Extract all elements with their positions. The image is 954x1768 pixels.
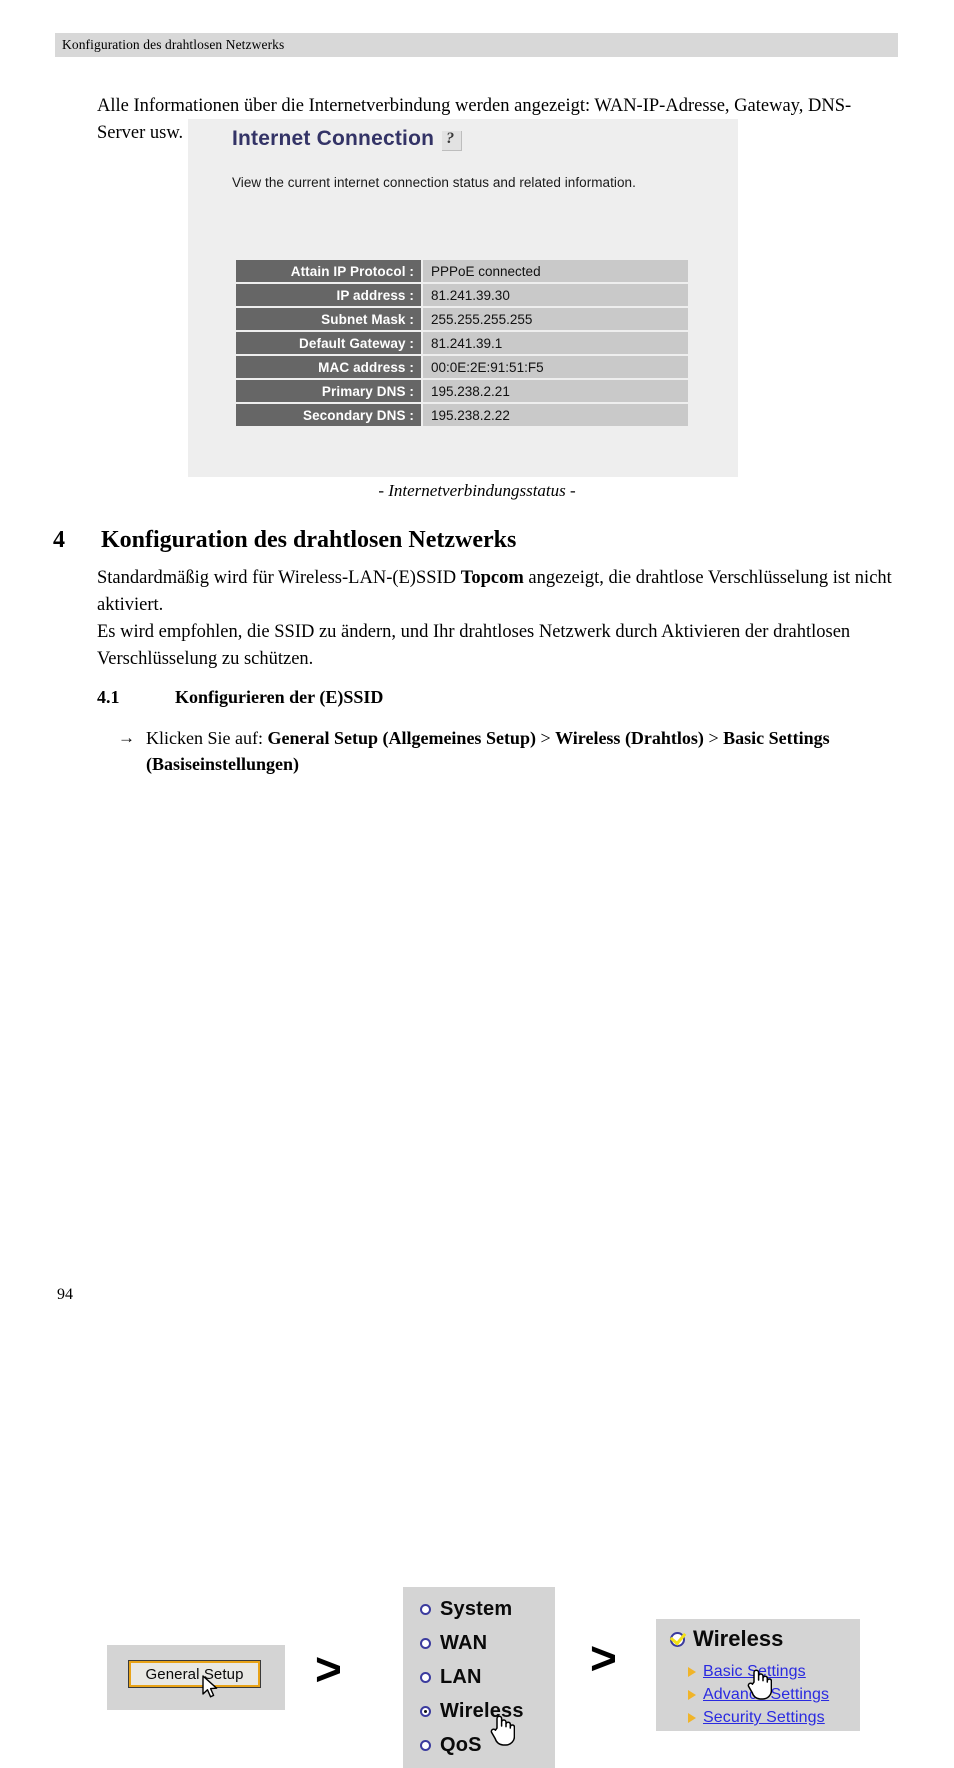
submenu-item-label: Security Settings	[703, 1709, 825, 1726]
menu-item-qos[interactable]: QoS	[420, 1734, 482, 1757]
step-instruction: → Klicken Sie auf: General Setup (Allgem…	[118, 725, 898, 777]
subsection-title: Konfigurieren der (E)SSID	[175, 687, 384, 707]
table-row: Attain IP Protocol : PPPoE connected	[236, 260, 688, 282]
running-header-title: Konfiguration des drahtlosen Netzwerks	[62, 37, 285, 52]
wireless-title-label: Wireless	[693, 1626, 784, 1651]
menu-item-system[interactable]: System	[420, 1598, 512, 1621]
row-value: 81.241.39.1	[421, 332, 688, 354]
step-path-wireless: Wireless (Drahtlos)	[555, 728, 704, 748]
subsection-number: 4.1	[97, 687, 120, 707]
chapter-body-bold-ssid: Topcom	[460, 568, 524, 588]
chevron-separator-2: >	[590, 1632, 617, 1684]
row-value: 195.238.2.22	[421, 404, 688, 426]
page-number: 94	[57, 1286, 73, 1303]
main-menu-panel: System WAN LAN Wireless QoS	[403, 1587, 555, 1768]
row-label: Attain IP Protocol :	[236, 260, 421, 282]
wireless-panel-title[interactable]: Wireless	[670, 1626, 783, 1652]
radio-icon	[420, 1672, 431, 1683]
connection-info-table: Attain IP Protocol : PPPoE connected IP …	[236, 258, 688, 428]
step-prefix: Klicken Sie auf:	[146, 728, 268, 748]
row-label: MAC address :	[236, 356, 421, 378]
row-value: 00:0E:2E:91:51:F5	[421, 356, 688, 378]
row-value: PPPoE connected	[421, 260, 688, 282]
menu-item-label: QoS	[440, 1734, 482, 1756]
table-row: IP address : 81.241.39.30	[236, 284, 688, 306]
submenu-item-basic-settings[interactable]: Basic Settings	[688, 1663, 806, 1681]
radio-icon	[420, 1638, 431, 1649]
screenshot-description: View the current internet connection sta…	[232, 175, 636, 190]
screenshot-title-row: Internet Connection	[232, 127, 463, 151]
menu-item-label: WAN	[440, 1632, 488, 1654]
chapter-number: 4	[53, 527, 65, 553]
step-path-general-setup: General Setup (Allgemeines Setup)	[267, 728, 536, 748]
triangle-bullet-icon	[688, 1690, 696, 1700]
table-row: Secondary DNS : 195.238.2.22	[236, 404, 688, 426]
submenu-item-label: Basic Settings	[703, 1663, 806, 1680]
row-label: Secondary DNS :	[236, 404, 421, 426]
screenshot-title: Internet Connection	[232, 127, 435, 150]
menu-item-wireless[interactable]: Wireless	[420, 1700, 524, 1723]
triangle-bullet-icon	[688, 1713, 696, 1723]
arrow-icon: →	[118, 728, 135, 747]
check-circle-icon	[670, 1631, 685, 1647]
internet-connection-screenshot: Internet Connection View the current int…	[188, 119, 738, 477]
row-label: Default Gateway :	[236, 332, 421, 354]
table-row: Primary DNS : 195.238.2.21	[236, 380, 688, 402]
running-header-band: Konfiguration des drahtlosen Netzwerks	[55, 33, 898, 57]
row-label: Primary DNS :	[236, 380, 421, 402]
table-row: Subnet Mask : 255.255.255.255	[236, 308, 688, 330]
chapter-body-part1: Standardmäßig wird für Wireless-LAN-(E)S…	[97, 568, 461, 588]
table-row: MAC address : 00:0E:2E:91:51:F5	[236, 356, 688, 378]
row-label: IP address :	[236, 284, 421, 306]
navigation-illustration: General Setup > System WAN LAN Wireless …	[0, 790, 954, 1768]
radio-icon	[420, 1604, 431, 1615]
menu-item-label: Wireless	[440, 1700, 524, 1722]
menu-item-label: System	[440, 1598, 513, 1620]
wireless-submenu-panel: Wireless Basic Settings Advance Settings…	[656, 1619, 860, 1731]
submenu-item-advance-settings[interactable]: Advance Settings	[688, 1686, 829, 1704]
figure-caption: - Internetverbindungsstatus -	[378, 481, 576, 500]
step-separator-2: >	[703, 728, 724, 748]
table-row: Default Gateway : 81.241.39.1	[236, 332, 688, 354]
chapter-body-line2: Es wird empfohlen, die SSID zu ändern, u…	[97, 622, 851, 669]
chapter-body: Standardmäßig wird für Wireless-LAN-(E)S…	[97, 565, 897, 673]
row-value: 81.241.39.30	[421, 284, 688, 306]
row-label: Subnet Mask :	[236, 308, 421, 330]
radio-selected-icon	[420, 1706, 431, 1717]
submenu-item-label: Advance Settings	[703, 1686, 830, 1703]
step-text: Klicken Sie auf: General Setup (Allgemei…	[118, 725, 898, 777]
row-value: 255.255.255.255	[421, 308, 688, 330]
subsection-heading: 4.1 Konfigurieren der (E)SSID	[97, 687, 897, 708]
chapter-heading: 4 Konfiguration des drahtlosen Netzwerks	[53, 527, 913, 554]
connection-info-tbody: Attain IP Protocol : PPPoE connected IP …	[236, 260, 688, 426]
submenu-item-security-settings[interactable]: Security Settings	[688, 1709, 825, 1727]
chevron-separator-1: >	[315, 1643, 342, 1695]
menu-item-wan[interactable]: WAN	[420, 1632, 487, 1655]
radio-icon	[420, 1740, 431, 1751]
general-setup-button[interactable]: General Setup	[128, 1660, 261, 1688]
question-mark-icon[interactable]	[442, 130, 463, 151]
row-value: 195.238.2.21	[421, 380, 688, 402]
triangle-bullet-icon	[688, 1667, 696, 1677]
general-setup-panel: General Setup	[107, 1645, 285, 1710]
menu-item-label: LAN	[440, 1666, 482, 1688]
menu-item-lan[interactable]: LAN	[420, 1666, 482, 1689]
chapter-title: Konfiguration des drahtlosen Netzwerks	[101, 527, 517, 553]
step-separator-1: >	[535, 728, 556, 748]
